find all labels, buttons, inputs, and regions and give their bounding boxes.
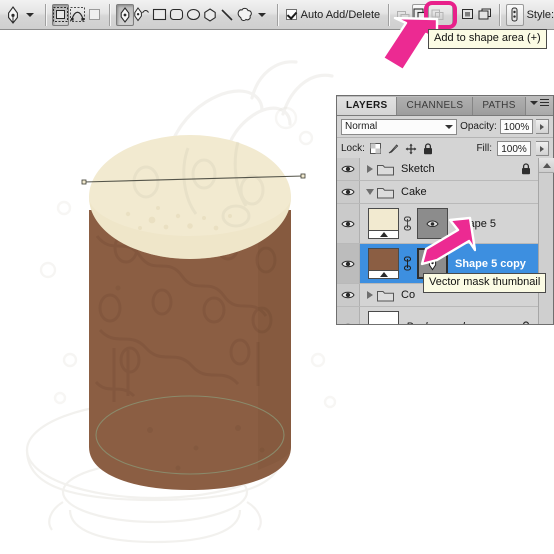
divider <box>276 3 278 26</box>
panel-tab-bar[interactable]: LAYERS CHANNELS PATHS <box>337 96 553 116</box>
layer-visibility-toggle[interactable] <box>337 244 360 283</box>
blend-mode-row[interactable]: Normal Opacity: 100% <box>337 116 553 138</box>
folder-icon <box>377 163 394 176</box>
blend-mode-value: Normal <box>345 121 378 132</box>
layer-thumbnail[interactable] <box>368 311 399 324</box>
fill-stepper[interactable] <box>536 141 549 156</box>
blend-mode-select[interactable]: Normal <box>341 118 458 135</box>
layer-visibility-toggle[interactable] <box>337 181 360 203</box>
layer-thumbnail[interactable] <box>368 208 399 239</box>
tab-paths[interactable]: PATHS <box>473 97 526 115</box>
divider <box>452 3 454 26</box>
layer-name[interactable]: Co <box>401 289 415 301</box>
opacity-stepper[interactable] <box>536 119 549 134</box>
divider <box>388 3 389 26</box>
tab-layers[interactable]: LAYERS <box>337 97 398 115</box>
divider <box>45 3 46 26</box>
group-disclosure-triangle[interactable] <box>363 291 377 299</box>
paths-icon[interactable] <box>69 4 86 26</box>
opacity-label: Opacity: <box>460 121 497 132</box>
layer-row[interactable]: Shape 5 <box>337 204 553 244</box>
polygon-icon[interactable] <box>202 4 219 26</box>
layer-visibility-toggle[interactable] <box>337 284 360 306</box>
lock-position-icon[interactable] <box>405 143 417 155</box>
layer-visibility-toggle[interactable] <box>337 158 360 180</box>
divider <box>499 3 501 26</box>
add-to-shape-area-icon[interactable] <box>411 3 430 26</box>
layer-list[interactable]: Sketch Cake Shape 5 Shape 5 copy Co <box>337 158 553 324</box>
pen-tool-icon[interactable] <box>4 4 21 26</box>
checkbox-box[interactable] <box>285 9 297 20</box>
lock-all-icon[interactable] <box>423 142 433 155</box>
tooltip-add-to-shape-area: Add to shape area (+) <box>428 29 547 49</box>
shape-layers-icon[interactable] <box>51 3 70 26</box>
tooltip-vector-mask-thumbnail: Vector mask thumbnail <box>423 273 547 293</box>
group-disclosure-triangle[interactable] <box>363 189 377 195</box>
subtract-from-shape-icon[interactable] <box>395 4 412 26</box>
layer-style-icon[interactable] <box>506 3 524 26</box>
layer-name[interactable]: Cake <box>401 186 427 198</box>
scroll-up-icon[interactable] <box>539 158 554 173</box>
freeform-pen-icon[interactable] <box>134 4 151 26</box>
lock-row[interactable]: Lock: Fill: 100% <box>337 138 553 160</box>
line-icon[interactable] <box>219 4 236 26</box>
layer-name[interactable]: Shape 5 <box>455 218 496 230</box>
layer-name[interactable]: Background <box>406 321 465 325</box>
layer-thumbnail[interactable] <box>368 248 399 279</box>
rectangle-icon[interactable] <box>151 4 168 26</box>
layer-row[interactable]: Background <box>337 307 553 324</box>
link-layers-icon[interactable] <box>402 216 413 231</box>
layer-locked-icon <box>521 163 531 175</box>
distribute-shape-icon[interactable] <box>476 4 493 26</box>
folder-icon <box>377 289 394 302</box>
rounded-rectangle-icon[interactable] <box>168 4 185 26</box>
layer-name[interactable]: Sketch <box>401 163 435 175</box>
layer-locked-icon <box>521 320 531 324</box>
vector-mask-thumbnail[interactable] <box>417 208 448 239</box>
auto-add-delete-checkbox[interactable]: Auto Add/Delete <box>285 8 381 21</box>
group-disclosure-triangle[interactable] <box>363 165 377 173</box>
chevron-down-icon[interactable] <box>445 124 454 129</box>
layers-scrollbar[interactable] <box>538 158 554 324</box>
layer-visibility-toggle[interactable] <box>337 307 360 324</box>
pen-tool-icon[interactable] <box>116 3 134 26</box>
photoshop-window: Auto Add/Delete Style: LAYERS CHANNELS P… <box>0 0 554 554</box>
custom-shape-icon[interactable] <box>236 4 253 26</box>
panel-menu-icon[interactable] <box>530 99 549 106</box>
fill-pixels-icon[interactable] <box>86 4 103 26</box>
shape-dropdown-caret[interactable] <box>257 12 266 17</box>
lock-transparent-pixels-icon[interactable] <box>369 143 381 154</box>
intersect-shape-areas-icon[interactable] <box>429 4 446 26</box>
opacity-input[interactable]: 100% <box>499 119 534 134</box>
ellipse-icon[interactable] <box>185 4 202 26</box>
lock-image-pixels-icon[interactable] <box>387 143 399 155</box>
layer-visibility-toggle[interactable] <box>337 204 360 243</box>
fill-input[interactable]: 100% <box>497 141 531 156</box>
auto-add-delete-label: Auto Add/Delete <box>300 8 381 21</box>
style-label: Style: <box>526 8 554 21</box>
options-bar[interactable]: Auto Add/Delete Style: <box>0 0 554 30</box>
layer-row[interactable]: Cake <box>337 181 553 204</box>
fill-label: Fill: <box>476 143 492 154</box>
lock-label: Lock: <box>341 143 365 154</box>
folder-icon <box>377 186 394 199</box>
link-layers-icon[interactable] <box>402 256 413 271</box>
layer-name[interactable]: Shape 5 copy <box>455 258 526 270</box>
layer-row[interactable]: Sketch <box>337 158 553 181</box>
tab-channels[interactable]: CHANNELS <box>397 97 474 115</box>
align-shape-icon[interactable] <box>459 4 476 26</box>
divider <box>109 3 111 26</box>
preset-dropdown-caret[interactable] <box>26 12 35 17</box>
